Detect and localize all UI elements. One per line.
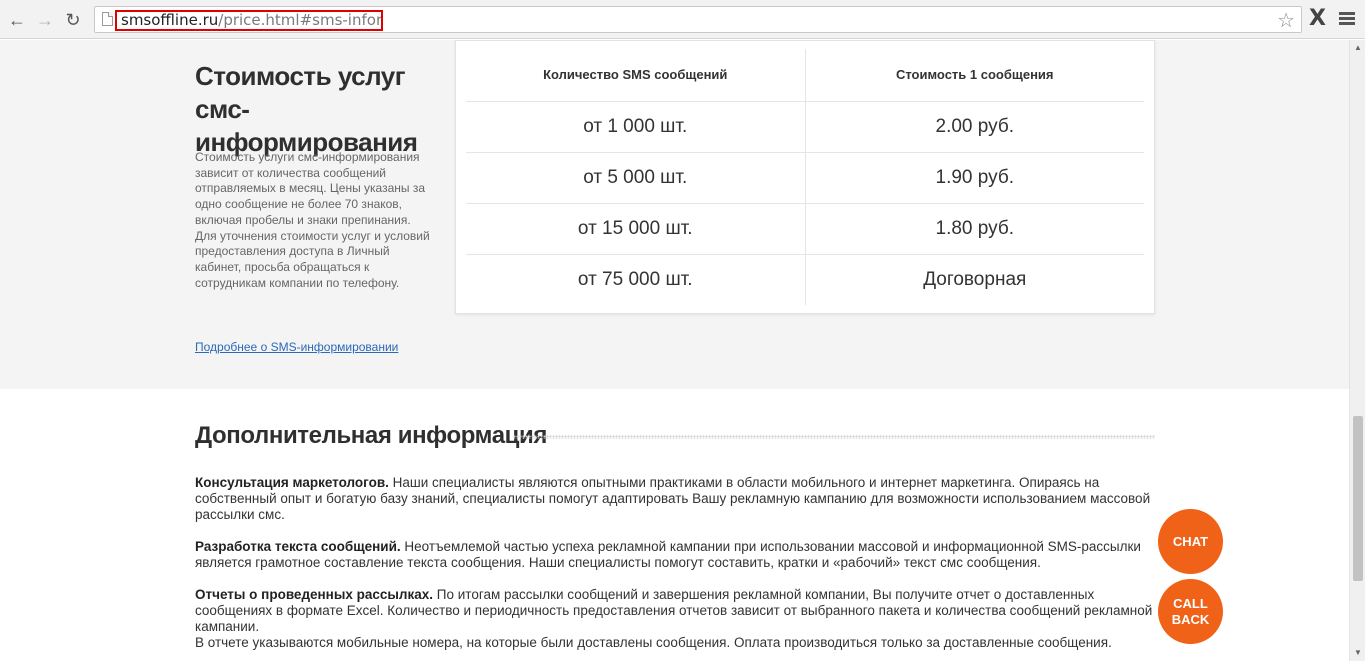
url-path: /price.html#sms-inform xyxy=(218,11,383,29)
paragraph-lead: Разработка текста сообщений. xyxy=(195,539,401,554)
callback-line1: CALL xyxy=(1173,595,1208,611)
paragraph-reports: Отчеты о проведенных рассылках. По итога… xyxy=(195,587,1155,651)
pricing-description: Стоимость услуги смс-информирования зави… xyxy=(195,150,430,290)
price-cell: 2.00 руб. xyxy=(805,101,1144,153)
forward-arrow-icon[interactable]: → xyxy=(34,9,56,31)
reload-icon[interactable]: ↻ xyxy=(62,9,84,31)
bookmark-star-icon[interactable]: ☆ xyxy=(1277,8,1295,33)
quantity-cell: от 1 000 шт. xyxy=(466,101,806,153)
scroll-thumb[interactable] xyxy=(1353,416,1363,581)
table-row: от 1 000 шт. 2.00 руб. xyxy=(466,101,1144,153)
paragraph-copywriting: Разработка текста сообщений. Неотъемлемо… xyxy=(195,539,1155,571)
table-row: от 5 000 шт. 1.90 руб. xyxy=(466,152,1144,204)
back-arrow-icon[interactable]: ← xyxy=(6,9,28,31)
price-cell: 1.80 руб. xyxy=(805,203,1144,255)
dotted-divider xyxy=(513,435,1155,439)
callback-line2: BACK xyxy=(1171,611,1210,627)
callback-label: CALL BACK xyxy=(1172,596,1210,628)
info-title: Дополнительная информация xyxy=(195,422,547,449)
table-row: от 15 000 шт. 1.80 руб. xyxy=(466,203,1144,255)
url-highlight[interactable]: smsoffline.ru/price.html#sms-inform xyxy=(115,10,383,31)
quantity-cell: от 15 000 шт. xyxy=(466,203,806,255)
chat-button[interactable]: CHAT xyxy=(1158,509,1223,574)
scroll-down-icon[interactable]: ▼ xyxy=(1350,645,1365,661)
paragraph-lead: Отчеты о проведенных рассылках. xyxy=(195,587,434,602)
paragraph-text: В отчете указываются мобильные номера, н… xyxy=(195,635,1112,650)
menu-icon[interactable] xyxy=(1339,12,1355,26)
quantity-cell: от 75 000 шт. xyxy=(466,254,806,305)
callback-button[interactable]: CALL BACK xyxy=(1158,579,1223,644)
price-cell: 1.90 руб. xyxy=(805,152,1144,204)
page-icon xyxy=(102,12,113,26)
address-bar[interactable]: smsoffline.ru/price.html#sms-inform ☆ xyxy=(94,6,1302,33)
paragraph-lead: Консультация маркетологов. xyxy=(195,475,389,490)
scroll-up-icon[interactable]: ▲ xyxy=(1350,40,1365,56)
quantity-cell: от 5 000 шт. xyxy=(466,152,806,204)
url-host: smsoffline.ru xyxy=(121,11,219,29)
price-card: Количество SMS сообщений Стоимость 1 соо… xyxy=(455,40,1155,314)
pricing-title: Стоимость услуг смс-информирования xyxy=(195,61,418,157)
price-table: Количество SMS сообщений Стоимость 1 соо… xyxy=(466,49,1144,305)
price-cell: Договорная xyxy=(923,268,1027,290)
sms-info-link[interactable]: Подробнее о SMS-информировании xyxy=(195,340,398,354)
paragraph-consulting: Консультация маркетологов. Наши специали… xyxy=(195,475,1155,523)
vertical-scrollbar[interactable]: ▲ ▼ xyxy=(1349,40,1365,661)
page-viewport: Стоимость услуг смс-информирования Стоим… xyxy=(0,40,1349,661)
table-row: от 75 000 шт. Договорная xyxy=(466,254,1144,305)
browser-toolbar: ← → ↻ smsoffline.ru/price.html#sms-infor… xyxy=(0,0,1365,39)
column-header-price: Стоимость 1 сообщения xyxy=(805,49,1144,102)
column-header-quantity: Количество SMS сообщений xyxy=(466,49,806,102)
extension-x-icon[interactable]: X xyxy=(1309,6,1326,31)
